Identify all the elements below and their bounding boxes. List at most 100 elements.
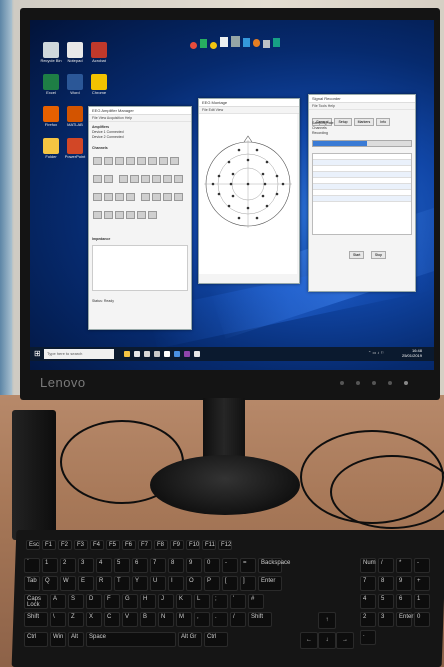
key[interactable]: F8 (154, 540, 168, 550)
key[interactable]: Space (86, 632, 176, 647)
app-icon[interactable] (134, 351, 140, 357)
arrow-key[interactable]: ↑ (318, 612, 336, 629)
key[interactable]: Alt (68, 632, 84, 647)
key[interactable]: / (230, 612, 246, 627)
key[interactable]: \ (50, 612, 66, 627)
key[interactable]: D (86, 594, 102, 609)
desktop-icon[interactable]: Folder (40, 138, 62, 159)
montage-window[interactable]: EEG Montage File Edit View (198, 98, 300, 284)
numpad-key[interactable]: 1 (414, 594, 430, 609)
power-button[interactable] (404, 381, 408, 385)
numpad-key[interactable]: 8 (378, 576, 394, 591)
tab[interactable]: Markers (353, 118, 375, 126)
app-icon[interactable] (231, 36, 240, 47)
key[interactable]: C (104, 612, 120, 627)
key[interactable]: Alt Gr (178, 632, 202, 647)
key[interactable]: M (176, 612, 192, 627)
key[interactable]: 1 (42, 558, 58, 573)
numpad-key[interactable]: 3 (378, 612, 394, 627)
amplifier-window[interactable]: EEG Amplifier Manager File View Acquisit… (88, 106, 192, 330)
menu-bar[interactable]: File Tools Help (309, 103, 415, 110)
key[interactable]: Ctrl (204, 632, 228, 647)
key[interactable]: L (194, 594, 210, 609)
recorder-window[interactable]: Signal Recorder File Tools Help General S… (308, 94, 416, 292)
key[interactable]: 0 (204, 558, 220, 573)
key[interactable]: S (68, 594, 84, 609)
key[interactable]: ` (24, 558, 40, 573)
start-button[interactable]: Start (349, 251, 365, 259)
key[interactable]: ; (212, 594, 228, 609)
key[interactable]: 6 (132, 558, 148, 573)
key[interactable]: , (194, 612, 210, 627)
file-explorer-icon[interactable] (124, 351, 130, 357)
key[interactable]: F5 (106, 540, 120, 550)
key[interactable]: F9 (170, 540, 184, 550)
key[interactable]: Shift (248, 612, 272, 627)
desktop-icon[interactable]: Firefox (40, 106, 62, 127)
key[interactable]: Backspace (258, 558, 290, 573)
tab[interactable]: Info (376, 118, 391, 126)
key[interactable]: - (222, 558, 238, 573)
numpad-key[interactable]: * (396, 558, 412, 573)
key[interactable]: W (60, 576, 76, 591)
desktop-icon[interactable]: Excel (40, 74, 62, 95)
key[interactable]: Tab (24, 576, 40, 591)
arrow-key[interactable]: ↓ (318, 632, 336, 649)
key[interactable]: E (78, 576, 94, 591)
desktop-icon[interactable]: Acrobat (88, 42, 110, 63)
app-icon[interactable] (194, 351, 200, 357)
key[interactable]: Ctrl (24, 632, 48, 647)
stop-button[interactable]: Stop (370, 251, 387, 259)
monitor-button[interactable] (356, 381, 360, 385)
key[interactable]: = (240, 558, 256, 573)
key[interactable]: # (248, 594, 264, 609)
app-icon[interactable] (164, 351, 170, 357)
key[interactable]: Win (50, 632, 66, 647)
level-slider[interactable] (312, 140, 412, 147)
numpad-key[interactable]: 6 (396, 594, 412, 609)
numpad-key[interactable]: 7 (360, 576, 376, 591)
key[interactable]: [ (222, 576, 238, 591)
key[interactable]: F2 (58, 540, 72, 550)
desktop-icon[interactable]: PowerPoint (64, 138, 86, 159)
app-icon[interactable] (273, 38, 280, 47)
desktop-icon[interactable]: Notepad (64, 42, 86, 63)
menu-bar[interactable]: File View Acquisition Help (89, 115, 191, 122)
desktop-icon[interactable]: Chrome (88, 74, 110, 95)
key[interactable]: 3 (78, 558, 94, 573)
app-icon[interactable] (144, 351, 150, 357)
key[interactable]: F12 (218, 540, 232, 550)
app-icon[interactable] (200, 39, 207, 48)
monitor-button[interactable] (340, 381, 344, 385)
tab[interactable]: Setup (334, 118, 352, 126)
key[interactable]: K (176, 594, 192, 609)
key[interactable]: T (114, 576, 130, 591)
key[interactable]: F1 (42, 540, 56, 550)
key[interactable]: A (50, 594, 66, 609)
app-icon[interactable] (154, 351, 160, 357)
tray-icons[interactable]: ⌃ ▭ ♪ ⚐ (368, 350, 384, 355)
app-icon[interactable] (210, 42, 217, 49)
key[interactable]: R (96, 576, 112, 591)
key[interactable]: Shift (24, 612, 48, 627)
numpad-key[interactable]: / (378, 558, 394, 573)
app-icon[interactable] (174, 351, 180, 357)
key[interactable]: F4 (90, 540, 104, 550)
numpad-key[interactable]: Num (360, 558, 376, 573)
monitor-button[interactable] (372, 381, 376, 385)
numpad-key[interactable]: 2 (360, 612, 376, 627)
key[interactable]: P (204, 576, 220, 591)
app-icon[interactable] (263, 40, 270, 48)
key[interactable]: 4 (96, 558, 112, 573)
key[interactable]: F (104, 594, 120, 609)
desktop-icon[interactable]: MATLAB (64, 106, 86, 127)
app-icon[interactable] (253, 39, 260, 47)
start-icon[interactable]: ⊞ (34, 350, 41, 358)
key[interactable]: J (158, 594, 174, 609)
key[interactable]: U (150, 576, 166, 591)
numpad-key[interactable]: Enter (396, 612, 413, 627)
numpad-key[interactable]: - (414, 558, 430, 573)
search-input[interactable]: Type here to search (44, 349, 114, 359)
key[interactable]: 7 (150, 558, 166, 573)
key[interactable]: 9 (186, 558, 202, 573)
